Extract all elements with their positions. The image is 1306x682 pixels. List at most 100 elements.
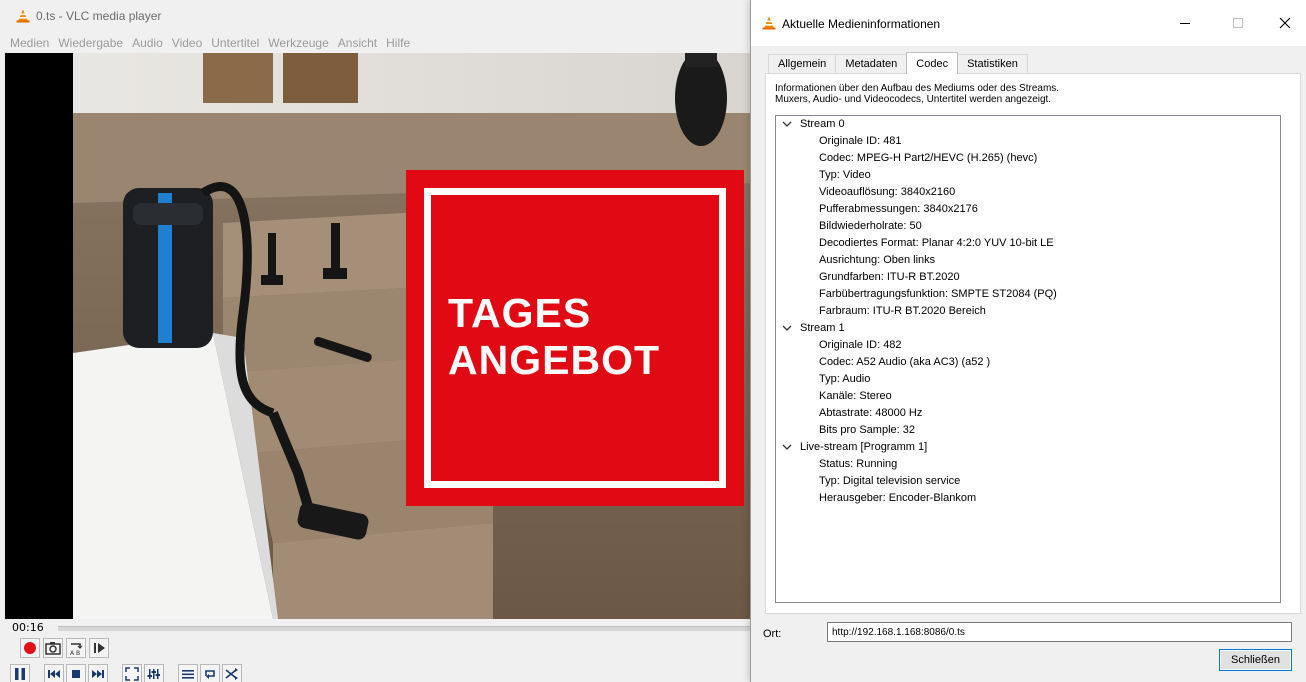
tree-item[interactable]: Farbübertragungsfunktion: SMPTE ST2084 (… — [819, 286, 1057, 302]
pause-button[interactable] — [10, 664, 30, 682]
close-window-button[interactable] — [1275, 13, 1295, 33]
tree-node-live-stream[interactable]: Live-stream [Programm 1] — [782, 439, 927, 455]
tree-item[interactable]: Ausrichtung: Oben links — [819, 252, 935, 268]
close-icon — [1279, 17, 1291, 29]
loop-button[interactable] — [200, 664, 220, 682]
tree-item[interactable]: Farbraum: ITU-R BT.2020 Bereich — [819, 303, 986, 319]
frame-step-button[interactable] — [89, 638, 109, 658]
extended-settings-button[interactable] — [144, 664, 164, 682]
pause-icon — [15, 668, 25, 680]
equalizer-icon — [147, 669, 160, 679]
loop-ab-button[interactable]: A B — [66, 638, 86, 658]
tree-item[interactable]: Videoauflösung: 3840x2160 — [819, 184, 955, 200]
advanced-controls: A B — [20, 638, 109, 660]
promo-overlay: TAGES ANGEBOT — [406, 170, 744, 506]
video-area[interactable]: TAGES ANGEBOT — [5, 53, 760, 619]
fullscreen-button[interactable] — [122, 664, 142, 682]
playback-controls — [10, 664, 242, 682]
loop-icon — [205, 670, 215, 679]
tree-node-label: Live-stream [Programm 1] — [800, 441, 928, 453]
menu-audio[interactable]: Audio — [132, 36, 163, 50]
tree-item[interactable]: Bits pro Sample: 32 — [819, 422, 915, 438]
shuffle-icon — [225, 668, 238, 680]
location-label: Ort: — [763, 628, 782, 640]
next-icon — [92, 670, 104, 678]
tree-item[interactable]: Herausgeber: Encoder-Blankom — [819, 490, 976, 506]
tree-item[interactable]: Status: Running — [819, 456, 897, 472]
tree-item[interactable]: Grundfarben: ITU-R BT.2020 — [819, 269, 960, 285]
frame-step-icon — [94, 643, 105, 653]
chevron-down-icon — [782, 444, 792, 450]
menu-medien[interactable]: Medien — [10, 36, 49, 50]
tab-allgemein[interactable]: Allgemein — [768, 54, 837, 73]
tab-metadaten[interactable]: Metadaten — [835, 54, 908, 73]
seek-bar[interactable] — [58, 626, 760, 631]
tree-item[interactable]: Decodiertes Format: Planar 4:2:0 YUV 10-… — [819, 235, 1054, 251]
minimize-button[interactable] — [1175, 13, 1195, 33]
record-icon — [24, 642, 36, 654]
close-button[interactable]: Schließen — [1219, 649, 1292, 671]
maximize-icon — [1233, 18, 1243, 28]
shuffle-button[interactable] — [222, 664, 242, 682]
description-line-1: Informationen über den Aufbau des Medium… — [775, 83, 1060, 94]
tree-item[interactable]: Originale ID: 481 — [819, 133, 902, 149]
menu-hilfe[interactable]: Hilfe — [386, 36, 410, 50]
tree-node-stream-0[interactable]: Stream 0 — [782, 116, 845, 132]
tab-statistiken[interactable]: Statistiken — [957, 54, 1028, 73]
tree-node-label: Stream 1 — [800, 322, 845, 334]
loop-ab-icon: A B — [70, 643, 83, 656]
tab-codec[interactable]: Codec — [906, 52, 959, 74]
tree-item[interactable]: Codec: A52 Audio (aka AC3) (a52 ) — [819, 354, 990, 370]
chevron-down-icon — [782, 121, 792, 127]
time-row: 00:16 — [0, 619, 760, 637]
tree-item[interactable]: Typ: Video — [819, 167, 871, 183]
tab-bar: Allgemein Metadaten Codec Statistiken — [768, 52, 1028, 74]
snapshot-button[interactable] — [43, 638, 63, 658]
tree-item[interactable]: Typ: Audio — [819, 371, 870, 387]
menu-ansicht[interactable]: Ansicht — [338, 36, 377, 50]
dialog-titlebar: Aktuelle Medieninformationen — [751, 0, 1306, 46]
tree-item[interactable]: Pufferabmessungen: 3840x2176 — [819, 201, 978, 217]
minimize-icon — [1180, 23, 1190, 24]
vlc-window-title: 0.ts - VLC media player — [36, 9, 162, 23]
tree-item[interactable]: Codec: MPEG-H Part2/HEVC (H.265) (hevc) — [819, 150, 1037, 166]
menu-untertitel[interactable]: Untertitel — [211, 36, 259, 50]
promo-text: TAGES ANGEBOT — [448, 290, 660, 384]
vlc-cone-icon — [762, 16, 776, 30]
svg-text:A B: A B — [70, 650, 80, 656]
location-field[interactable] — [827, 622, 1292, 642]
menu-wiedergabe[interactable]: Wiedergabe — [58, 36, 123, 50]
playlist-button[interactable] — [178, 664, 198, 682]
next-button[interactable] — [88, 664, 108, 682]
dialog-title: Aktuelle Medieninformationen — [782, 17, 941, 31]
playlist-icon — [182, 670, 194, 679]
codec-tab-panel: Informationen über den Aufbau des Medium… — [765, 73, 1301, 614]
previous-icon — [48, 670, 60, 678]
menu-werkzeuge[interactable]: Werkzeuge — [268, 36, 328, 50]
stop-icon — [72, 670, 80, 678]
fullscreen-icon — [125, 667, 139, 681]
previous-button[interactable] — [44, 664, 64, 682]
record-button[interactable] — [20, 638, 40, 658]
chevron-down-icon — [782, 325, 792, 331]
maximize-button[interactable] — [1228, 13, 1248, 33]
vlc-main-window: 0.ts - VLC media player Medien Wiedergab… — [0, 0, 760, 682]
vlc-cone-icon — [16, 9, 30, 23]
current-time: 00:16 — [12, 621, 44, 634]
tree-node-stream-1[interactable]: Stream 1 — [782, 320, 845, 336]
stop-button[interactable] — [66, 664, 86, 682]
stream-tree[interactable]: Stream 0 Originale ID: 481 Codec: MPEG-H… — [775, 115, 1281, 603]
tree-item[interactable]: Typ: Digital television service — [819, 473, 960, 489]
codec-description: Informationen über den Aufbau des Medium… — [775, 83, 1059, 105]
camera-icon — [45, 642, 61, 655]
tree-item[interactable]: Abtastrate: 48000 Hz — [819, 405, 922, 421]
tree-item[interactable]: Kanäle: Stereo — [819, 388, 892, 404]
media-info-dialog: Aktuelle Medieninformationen Allgemein M… — [750, 0, 1306, 682]
tree-item[interactable]: Bildwiederholrate: 50 — [819, 218, 922, 234]
tree-item[interactable]: Originale ID: 482 — [819, 337, 902, 353]
menu-video[interactable]: Video — [172, 36, 202, 50]
tree-node-label: Stream 0 — [800, 118, 845, 130]
vlc-titlebar: 0.ts - VLC media player — [0, 0, 760, 32]
promo-line-1: TAGES — [448, 290, 592, 336]
description-line-2: Muxers, Audio- und Videocodecs, Untertit… — [775, 94, 1052, 105]
